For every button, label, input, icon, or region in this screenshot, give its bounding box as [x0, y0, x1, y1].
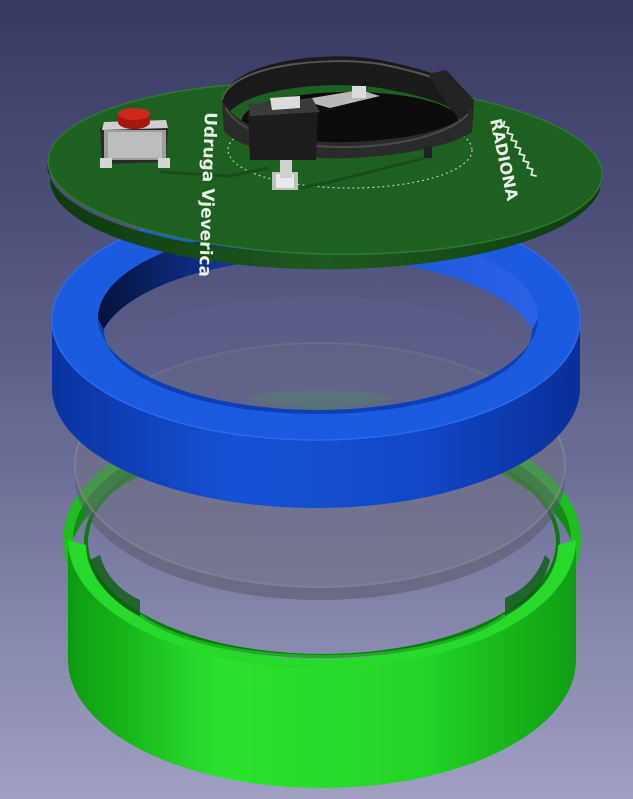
model-canvas: Udruga Vjeverica RADIONA	[47, 56, 603, 788]
button-body-face	[108, 132, 162, 158]
button-cap	[118, 108, 150, 120]
3d-viewport[interactable]: Udruga Vjeverica RADIONA	[0, 0, 633, 799]
